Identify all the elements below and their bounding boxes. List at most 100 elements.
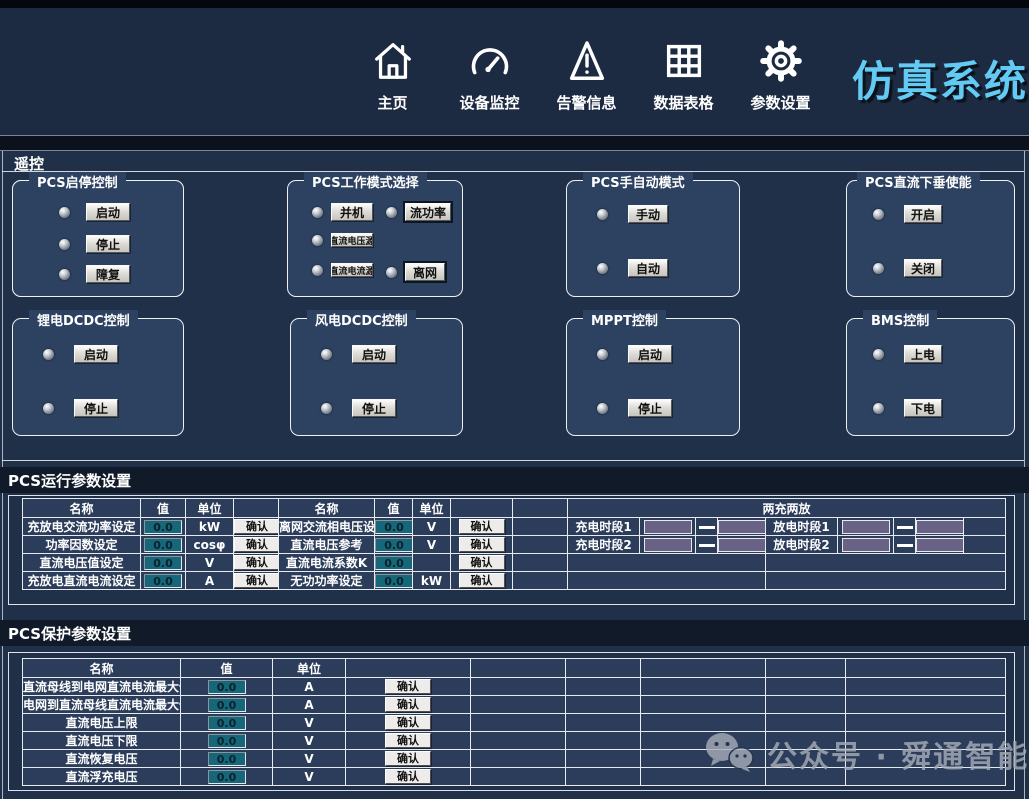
mppt-start-button[interactable]: 启动 bbox=[628, 345, 672, 363]
nav-param-settings[interactable]: 参数设置 bbox=[738, 38, 823, 113]
value-input[interactable]: 0.0 bbox=[144, 555, 182, 570]
droop-on-button[interactable]: 开启 bbox=[904, 205, 942, 223]
group-pcs-droop-title: PCS直流下垂使能 bbox=[857, 172, 980, 191]
dc-voltage-source-led bbox=[312, 234, 323, 246]
pcs-start-button[interactable]: 启动 bbox=[86, 203, 130, 221]
wind-stop-button[interactable]: 停止 bbox=[352, 399, 396, 417]
charge-1-end-input[interactable] bbox=[718, 519, 765, 534]
mppt-start-led bbox=[597, 348, 608, 360]
auto-mode-led bbox=[597, 262, 608, 274]
pcs-fault-reset-button[interactable]: 障复 bbox=[86, 265, 130, 283]
value-input[interactable]: 0.0 bbox=[207, 697, 246, 712]
main-nav: 主页 设备监控 告警信息 数据表格 参数设置 bbox=[350, 38, 823, 113]
run-col-name-2: 名称 bbox=[278, 498, 375, 518]
param-unit: V bbox=[185, 553, 234, 572]
power-flow-mode-button[interactable]: 流功率 bbox=[403, 201, 453, 223]
confirm-button[interactable]: 确认 bbox=[385, 679, 431, 694]
param-name: 直流恢复电压 bbox=[22, 749, 181, 768]
confirm-button[interactable]: 确认 bbox=[234, 573, 278, 588]
value-input[interactable]: 0.0 bbox=[207, 769, 246, 784]
param-unit: kW bbox=[412, 571, 451, 590]
param-unit: cosφ bbox=[185, 535, 234, 554]
param-name: 直流电压下限 bbox=[22, 731, 181, 750]
group-liion-dcdc: 锂电DCDC控制 启动 停止 bbox=[12, 310, 184, 436]
discharge-1-end-input[interactable] bbox=[916, 519, 963, 534]
dc-voltage-source-button[interactable]: 直流电压源 bbox=[331, 233, 373, 247]
wind-start-button[interactable]: 启动 bbox=[352, 345, 396, 363]
value-input[interactable]: 0.0 bbox=[144, 573, 182, 588]
dc-current-source-button[interactable]: 直流电流源 bbox=[331, 263, 373, 277]
param-name: 直流浮充电压 bbox=[22, 767, 181, 786]
time-range-dash bbox=[896, 525, 913, 529]
value-input[interactable]: 0.0 bbox=[207, 715, 246, 730]
mppt-stop-button[interactable]: 停止 bbox=[628, 399, 672, 417]
bms-poweron-button[interactable]: 上电 bbox=[904, 345, 942, 363]
liion-start-button[interactable]: 启动 bbox=[74, 345, 118, 363]
value-input[interactable]: 0.0 bbox=[375, 519, 412, 534]
protect-params-band: PCS保护参数设置 bbox=[0, 620, 1029, 646]
droop-off-button[interactable]: 关闭 bbox=[904, 259, 942, 277]
value-input[interactable]: 0.0 bbox=[144, 537, 182, 552]
time-range-dash bbox=[698, 543, 715, 547]
group-pcs-droop: PCS直流下垂使能 开启 关闭 bbox=[846, 172, 1015, 297]
confirm-button[interactable]: 确认 bbox=[458, 555, 505, 570]
manual-mode-led bbox=[597, 208, 608, 220]
dc-current-source-led bbox=[312, 264, 323, 276]
confirm-button[interactable]: 确认 bbox=[385, 769, 431, 784]
run-row-3: 直流电压值设定 0.0 V 确认 直流电流系数K 0.0 确认 bbox=[22, 553, 1007, 572]
protect-row-2: 电网到直流母线直流电流最大值 0.0 A 确认 bbox=[22, 695, 1006, 714]
param-unit: V bbox=[272, 767, 346, 786]
nav-device-monitor[interactable]: 设备监控 bbox=[447, 38, 532, 113]
power-flow-mode-led bbox=[386, 206, 397, 218]
confirm-button[interactable]: 确认 bbox=[385, 733, 431, 748]
confirm-button[interactable]: 确认 bbox=[385, 715, 431, 730]
group-wind-dcdc-title: 风电DCDC控制 bbox=[307, 310, 416, 329]
discharge-2-end-input[interactable] bbox=[916, 537, 963, 552]
charge-2-end-input[interactable] bbox=[718, 537, 765, 552]
bms-poweroff-button[interactable]: 下电 bbox=[904, 399, 942, 417]
value-input[interactable]: 0.0 bbox=[207, 751, 246, 766]
protect-col-unit: 单位 bbox=[272, 658, 346, 678]
charge-2-start-input[interactable] bbox=[643, 537, 692, 552]
confirm-button[interactable]: 确认 bbox=[458, 519, 505, 534]
confirm-button[interactable]: 确认 bbox=[458, 537, 505, 552]
run-row-4: 充放电直流电流设定 0.0 A 确认 无功功率设定 0.0 kW 确认 bbox=[22, 571, 1007, 590]
nav-alarm-info-label: 告警信息 bbox=[556, 94, 617, 112]
gear-icon bbox=[758, 38, 804, 84]
value-input[interactable]: 0.0 bbox=[375, 573, 412, 588]
value-input[interactable]: 0.0 bbox=[375, 537, 412, 552]
auto-mode-button[interactable]: 自动 bbox=[628, 259, 668, 277]
param-name: 离网交流相电压设定 bbox=[278, 517, 375, 536]
confirm-button[interactable]: 确认 bbox=[234, 555, 278, 570]
off-grid-mode-button[interactable]: 离网 bbox=[403, 261, 447, 283]
confirm-button[interactable]: 确认 bbox=[385, 697, 431, 712]
param-name: 直流电压上限 bbox=[22, 713, 181, 732]
nav-data-table-label: 数据表格 bbox=[653, 94, 714, 112]
discharge-1-start-input[interactable] bbox=[841, 519, 890, 534]
param-name: 直流母线到电网直流电流最大值 bbox=[22, 677, 181, 696]
nav-home[interactable]: 主页 bbox=[350, 38, 435, 113]
discharge-2-start-input[interactable] bbox=[841, 537, 890, 552]
manual-mode-button[interactable]: 手动 bbox=[628, 205, 668, 223]
group-pcs-startstop-panel: PCS启停控制 启动 停止 障复 bbox=[12, 172, 184, 297]
liion-stop-button[interactable]: 停止 bbox=[74, 399, 118, 417]
pcs-stop-button[interactable]: 停止 bbox=[86, 235, 130, 253]
discharge-period-2-label: 放电时段2 bbox=[765, 535, 838, 554]
nav-alarm-info[interactable]: 告警信息 bbox=[544, 38, 629, 113]
value-input[interactable]: 0.0 bbox=[207, 733, 246, 748]
parallel-mode-button[interactable]: 并机 bbox=[331, 203, 373, 221]
group-pcs-workmode: PCS工作模式选择 并机 流功率 直流电压源 直流电流源 离网 bbox=[287, 172, 463, 297]
value-input[interactable]: 0.0 bbox=[207, 679, 246, 694]
charge-1-start-input[interactable] bbox=[643, 519, 692, 534]
nav-data-table[interactable]: 数据表格 bbox=[641, 38, 726, 113]
run-col-unit-1: 单位 bbox=[185, 498, 234, 518]
confirm-button[interactable]: 确认 bbox=[234, 519, 278, 534]
liion-stop-led bbox=[43, 402, 54, 414]
confirm-button[interactable]: 确认 bbox=[385, 751, 431, 766]
confirm-button[interactable]: 确认 bbox=[234, 537, 278, 552]
confirm-button[interactable]: 确认 bbox=[458, 573, 505, 588]
pcs-reset-led bbox=[59, 268, 70, 280]
value-input[interactable]: 0.0 bbox=[144, 519, 182, 534]
home-icon bbox=[370, 38, 416, 84]
value-input[interactable]: 0.0 bbox=[375, 555, 412, 570]
